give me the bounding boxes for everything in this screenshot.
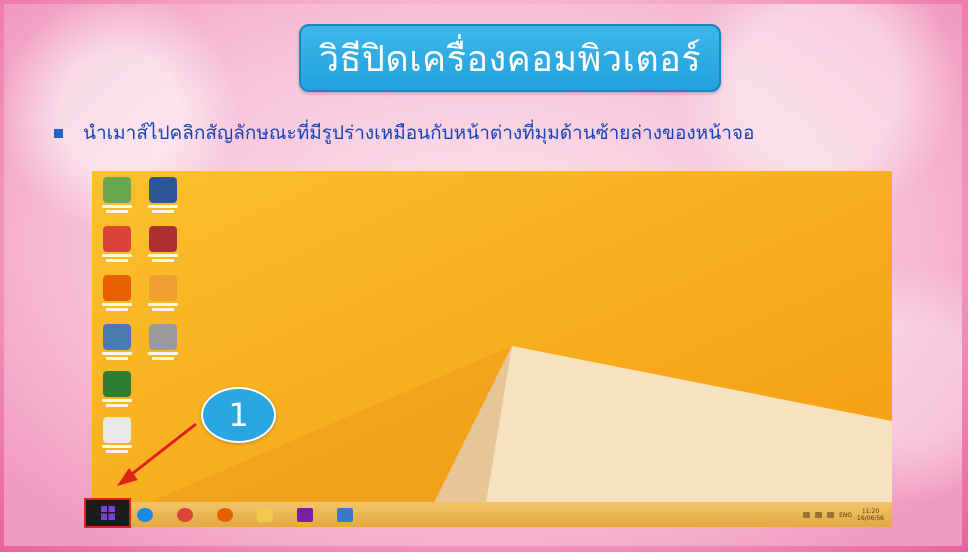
step-number: 1 (228, 396, 249, 434)
slide-title-text: วิธีปิดเครื่องคอมพิวเตอร์ (318, 38, 702, 80)
taskbar-internet-explorer[interactable] (134, 505, 156, 525)
bullet-text: นำเมาส์ไปคลิกสัญลักษณะที่มีรูปร่างเหมือน… (83, 122, 755, 144)
taskbar-search[interactable] (294, 505, 316, 525)
desktop-shortcut[interactable] (142, 226, 184, 272)
camtasia-icon (103, 177, 131, 203)
desktop-shortcut[interactable] (142, 275, 184, 321)
shortcut-label-blur (143, 352, 183, 362)
desktop-shortcut[interactable] (96, 417, 138, 463)
shortcut-label-blur (97, 445, 137, 455)
desktop-shortcut[interactable] (96, 324, 138, 370)
chrome-icon (103, 226, 131, 252)
media-player-icon (103, 324, 131, 350)
file-explorer-icon (257, 508, 273, 522)
fonts-tool-icon (149, 226, 177, 252)
taskbar-app-window[interactable] (334, 505, 356, 525)
desktop-shortcut[interactable] (142, 324, 184, 370)
language-indicator[interactable]: ENG (839, 512, 852, 519)
shortcut-label-blur (143, 254, 183, 264)
network-icon[interactable] (803, 512, 811, 518)
desktop-shortcut[interactable] (96, 226, 138, 272)
desktop-shortcut[interactable] (142, 177, 184, 223)
firefox-icon (103, 275, 131, 301)
taskbar: ENG 11:20 16/06/56 (92, 502, 892, 527)
shortcut-label-blur (97, 205, 137, 215)
app-window-icon (337, 508, 353, 522)
search-icon (297, 508, 313, 522)
taskbar-chrome[interactable] (174, 505, 196, 525)
clock[interactable]: 11:20 16/06/56 (857, 508, 884, 522)
windows-logo-icon (100, 506, 115, 520)
desktop-shortcut[interactable] (96, 177, 138, 223)
word-icon (149, 177, 177, 203)
shortcut-label-blur (97, 399, 137, 409)
slide-title: วิธีปิดเครื่องคอมพิวเตอร์ (299, 24, 721, 92)
desktop-shortcut[interactable] (96, 371, 138, 417)
desktop-screenshot: ENG 11:20 16/06/56 (92, 171, 892, 527)
taskbar-firefox[interactable] (214, 505, 236, 525)
photoscape-icon (149, 275, 177, 301)
taskbar-file-explorer[interactable] (254, 505, 276, 525)
internet-explorer-icon (137, 508, 153, 522)
shortcut-label-blur (143, 205, 183, 215)
step-callout: 1 (201, 387, 276, 443)
flag-icon[interactable] (815, 512, 823, 518)
desktop-shortcut[interactable] (96, 275, 138, 321)
game-icon (103, 371, 131, 397)
bullet-item: นำเมาส์ไปคลิกสัญลักษณะที่มีรูปร่างเหมือน… (54, 118, 754, 148)
clock-time: 11:20 (861, 508, 880, 515)
bullet-marker (54, 128, 63, 138)
desktop-wallpaper (92, 171, 892, 527)
document-icon (103, 417, 131, 443)
shortcut-label-blur (97, 352, 137, 362)
firefox-icon (217, 508, 233, 522)
shortcut-label-blur (97, 303, 137, 313)
shortcut-label-blur (97, 254, 137, 264)
shortcut-label-blur (143, 303, 183, 313)
system-tray: ENG 11:20 16/06/56 (803, 506, 884, 524)
clock-date: 16/06/56 (857, 515, 884, 522)
start-button[interactable] (84, 498, 131, 528)
chrome-icon (177, 508, 193, 522)
keyboard-icon (149, 324, 177, 350)
volume-icon[interactable] (827, 512, 835, 518)
